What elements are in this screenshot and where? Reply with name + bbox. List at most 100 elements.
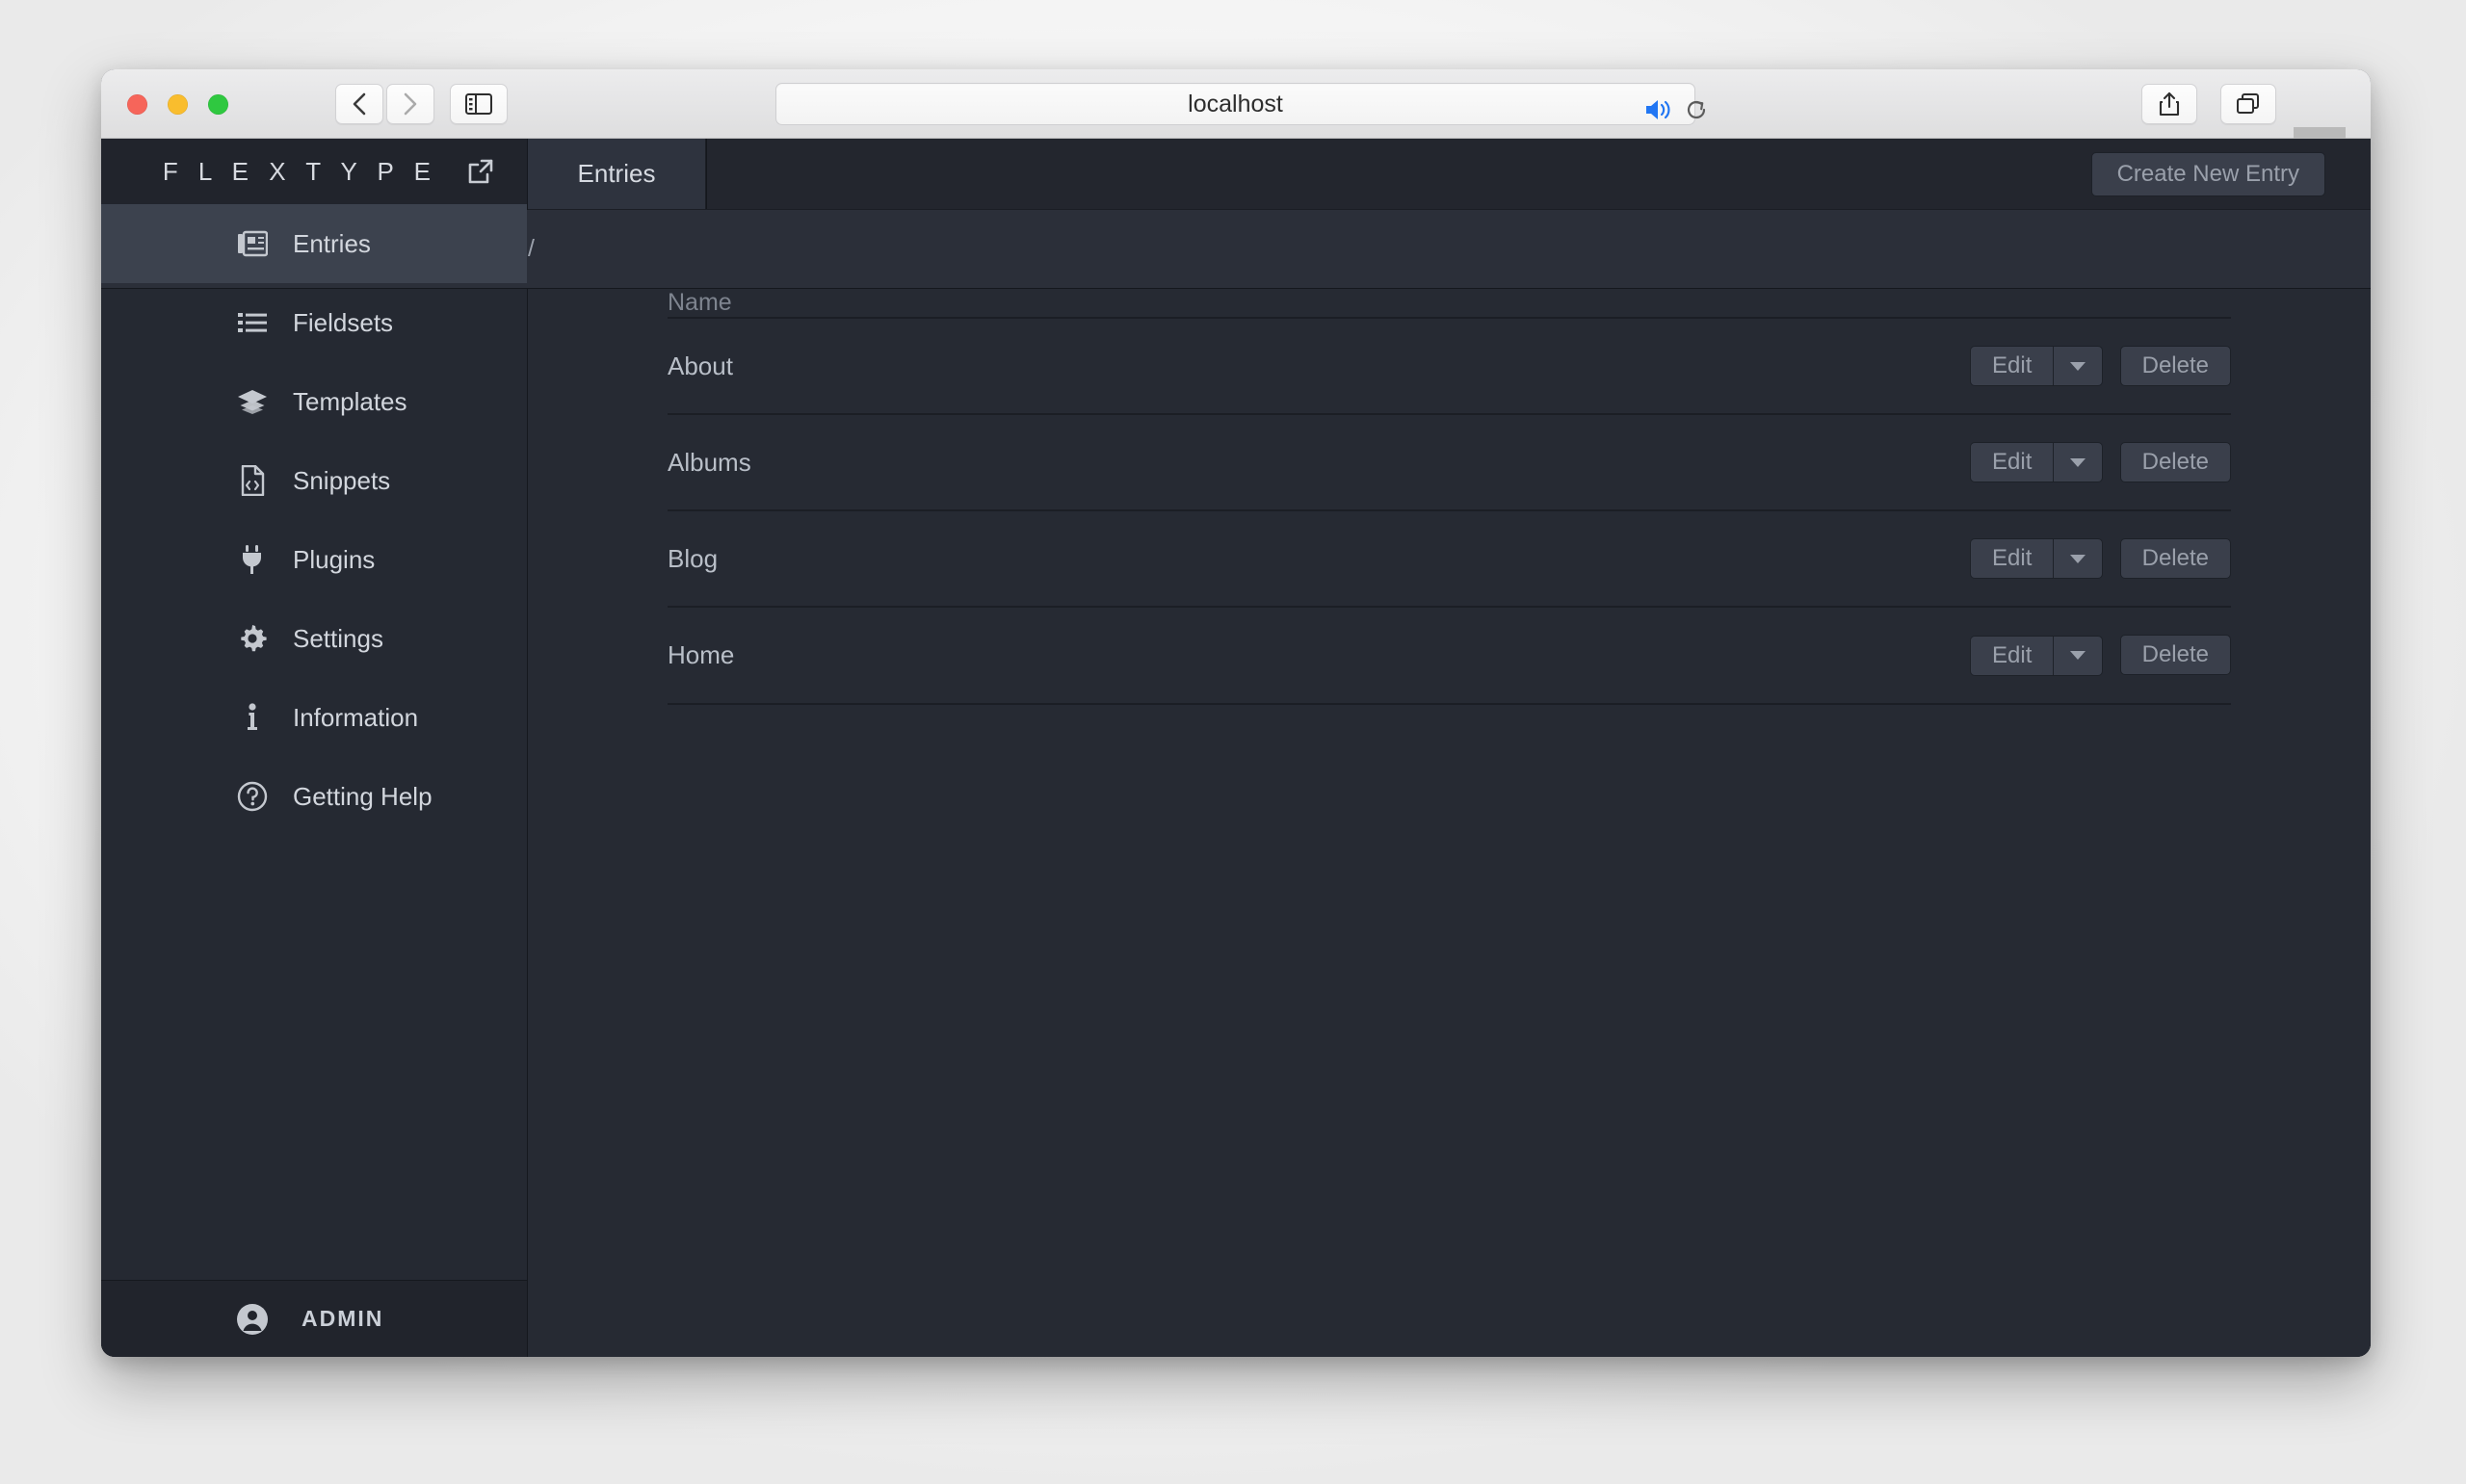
entries-table: Name About Edit Delete Albums Edit Delet… bbox=[668, 289, 2231, 705]
sidebar-toggle-icon bbox=[465, 93, 492, 115]
forward-button[interactable] bbox=[386, 84, 434, 124]
delete-button[interactable]: Delete bbox=[2119, 538, 2231, 580]
sidebar-item-label: Fieldsets bbox=[293, 307, 394, 337]
table-row: Albums Edit Delete bbox=[668, 414, 2231, 512]
question-circle-icon bbox=[236, 780, 269, 813]
edit-dropdown-button[interactable] bbox=[2053, 346, 2104, 387]
gear-icon bbox=[236, 622, 269, 655]
sidebar-item-label: Snippets bbox=[293, 465, 391, 495]
user-circle-icon bbox=[236, 1303, 269, 1336]
sidebar-item-settings[interactable]: Settings bbox=[101, 599, 527, 678]
plug-icon bbox=[236, 543, 269, 576]
table-row: Home Edit Delete bbox=[668, 607, 2231, 705]
sidebar: F L E X T Y P E Entries Fieldsets Templa… bbox=[101, 139, 528, 1357]
tab-label: Entries bbox=[577, 159, 656, 188]
external-link-icon[interactable] bbox=[466, 157, 495, 186]
entry-name[interactable]: Blog bbox=[668, 510, 1450, 609]
tab-entries[interactable]: Entries bbox=[528, 139, 706, 209]
edit-dropdown-button[interactable] bbox=[2053, 635, 2104, 676]
edit-button[interactable]: Edit bbox=[1970, 635, 2054, 676]
share-button[interactable] bbox=[2141, 84, 2197, 124]
share-icon bbox=[2158, 91, 2181, 117]
sidebar-item-label: Settings bbox=[293, 623, 383, 653]
sidebar-item-plugins[interactable]: Plugins bbox=[101, 520, 527, 599]
list-icon bbox=[236, 306, 269, 339]
newspaper-icon bbox=[236, 227, 269, 260]
layers-icon bbox=[236, 385, 269, 418]
chevron-down-icon bbox=[2070, 554, 2086, 563]
table-head: Name bbox=[668, 289, 2231, 319]
edit-button-group: Edit bbox=[1970, 538, 2104, 580]
sidebar-item-label: Entries bbox=[293, 228, 371, 258]
entry-name[interactable]: About bbox=[668, 318, 1450, 416]
table-header-row: Name bbox=[668, 289, 2231, 319]
chevron-down-icon bbox=[2070, 651, 2086, 660]
chevron-left-icon bbox=[352, 91, 367, 117]
edit-button-group: Edit bbox=[1970, 635, 2104, 676]
sidebar-footer-user[interactable]: ADMIN bbox=[101, 1280, 527, 1357]
sidebar-item-getting-help[interactable]: Getting Help bbox=[101, 757, 527, 836]
sidebar-item-information[interactable]: Information bbox=[101, 678, 527, 757]
row-actions: Edit Delete bbox=[1449, 414, 2231, 512]
flextype-admin-app: F L E X T Y P E Entries Fieldsets Templa… bbox=[101, 139, 2371, 1357]
sidebar-item-fieldsets[interactable]: Fieldsets bbox=[101, 283, 527, 362]
sidebar-nav: Entries Fieldsets Templates Snippets Plu… bbox=[101, 204, 527, 1280]
edit-dropdown-button[interactable] bbox=[2053, 442, 2104, 483]
row-actions: Edit Delete bbox=[1449, 607, 2231, 705]
edit-button[interactable]: Edit bbox=[1970, 442, 2054, 483]
chevron-down-icon bbox=[2070, 457, 2086, 467]
close-window-button[interactable] bbox=[127, 94, 147, 115]
sidebar-item-label: Plugins bbox=[293, 544, 376, 574]
brand-title: F L E X T Y P E bbox=[162, 156, 437, 186]
tab-overview-button[interactable] bbox=[2220, 84, 2276, 124]
file-code-icon bbox=[236, 464, 269, 497]
window-controls bbox=[127, 94, 228, 115]
sidebar-item-label: Templates bbox=[293, 386, 407, 416]
row-actions: Edit Delete bbox=[1449, 510, 2231, 609]
tabbar-actions: Create New Entry bbox=[706, 139, 2371, 209]
sidebar-item-label: Getting Help bbox=[293, 781, 433, 811]
entries-table-container: Name About Edit Delete Albums Edit Delet… bbox=[528, 289, 2371, 1357]
speaker-playing-icon[interactable] bbox=[1643, 97, 1672, 122]
main-content: Entries Create New Entry / Name About Ed… bbox=[101, 139, 2371, 1357]
sidebar-brand: F L E X T Y P E bbox=[101, 139, 527, 204]
browser-window: localhost F L E X T Y P E Entries Fields… bbox=[101, 69, 2371, 1357]
delete-button[interactable]: Delete bbox=[2119, 346, 2231, 386]
edit-button[interactable]: Edit bbox=[1970, 346, 2054, 387]
sidebar-item-templates[interactable]: Templates bbox=[101, 362, 527, 441]
edit-dropdown-button[interactable] bbox=[2053, 538, 2104, 580]
info-icon bbox=[236, 701, 269, 734]
admin-user-label: ADMIN bbox=[302, 1306, 384, 1331]
column-header-name: Name bbox=[668, 289, 1450, 319]
maximize-window-button[interactable] bbox=[208, 94, 228, 115]
edit-button-group: Edit bbox=[1970, 346, 2104, 387]
url-text: localhost bbox=[1188, 90, 1283, 117]
edit-button-group: Edit bbox=[1970, 442, 2104, 483]
sidebar-item-snippets[interactable]: Snippets bbox=[101, 441, 527, 520]
row-actions: Edit Delete bbox=[1449, 318, 2231, 416]
table-row: About Edit Delete bbox=[668, 318, 2231, 416]
chevron-right-icon bbox=[403, 91, 418, 117]
breadcrumb-path[interactable]: / bbox=[528, 235, 535, 263]
sidebar-toggle-button[interactable] bbox=[450, 84, 508, 124]
table-body: About Edit Delete Albums Edit Delete Blo… bbox=[668, 318, 2231, 705]
column-header-actions bbox=[1449, 289, 2231, 319]
content-tabbar: Entries Create New Entry bbox=[528, 139, 2371, 210]
reload-icon[interactable] bbox=[1684, 97, 1709, 122]
edit-button[interactable]: Edit bbox=[1970, 538, 2054, 580]
chevron-down-icon bbox=[2070, 361, 2086, 371]
create-new-entry-button[interactable]: Create New Entry bbox=[2090, 151, 2325, 196]
delete-button[interactable]: Delete bbox=[2119, 635, 2231, 676]
delete-button[interactable]: Delete bbox=[2119, 442, 2231, 483]
address-bar[interactable]: localhost bbox=[775, 83, 1706, 125]
sidebar-item-entries[interactable]: Entries bbox=[101, 204, 527, 283]
back-button[interactable] bbox=[335, 84, 383, 124]
sidebar-item-label: Information bbox=[293, 702, 419, 732]
entry-name[interactable]: Home bbox=[668, 607, 1450, 705]
tab-overview-icon bbox=[2235, 91, 2262, 117]
entry-name[interactable]: Albums bbox=[668, 414, 1450, 512]
address-bar-icons bbox=[1643, 97, 1709, 122]
table-row: Blog Edit Delete bbox=[668, 510, 2231, 609]
browser-titlebar: localhost bbox=[101, 69, 2371, 179]
minimize-window-button[interactable] bbox=[168, 94, 188, 115]
